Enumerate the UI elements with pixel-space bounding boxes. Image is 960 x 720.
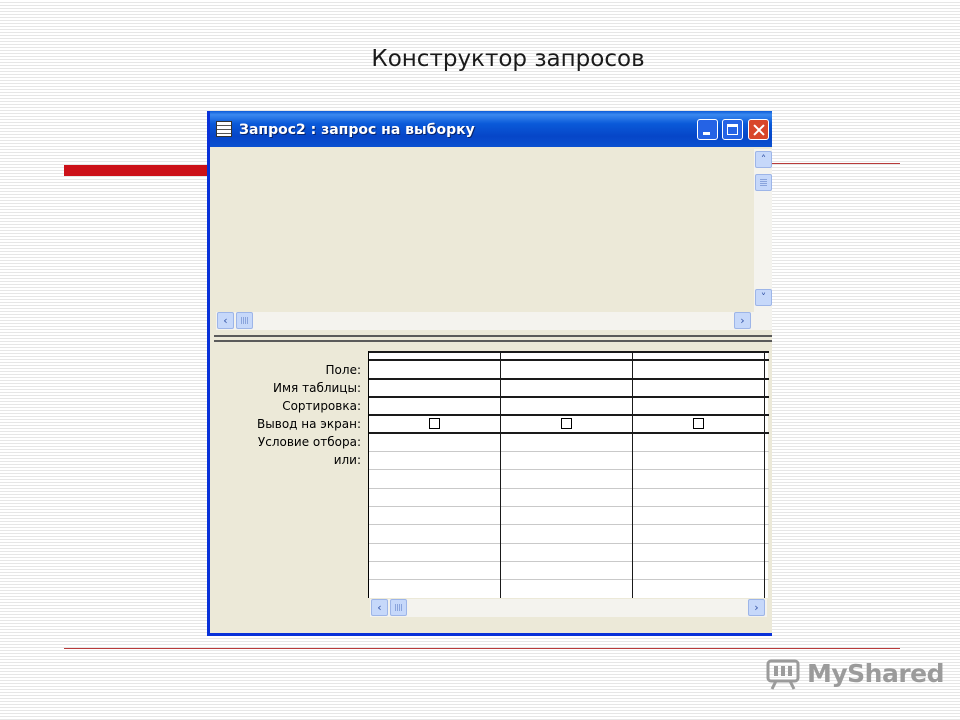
field-cell-1[interactable] (370, 361, 500, 378)
show-checkbox-2[interactable] (561, 418, 572, 429)
window-titlebar[interactable]: Запрос2 : запрос на выборку (210, 111, 772, 147)
grid-line (369, 579, 769, 580)
grid-line (369, 543, 769, 544)
table-pane-horizontal-scrollbar[interactable]: ‹ › (216, 312, 754, 330)
query-window-icon[interactable] (216, 121, 232, 137)
scroll-right-button[interactable]: › (734, 312, 751, 329)
horizontal-scroll-thumb[interactable] (236, 312, 253, 329)
grid-line (369, 378, 769, 380)
column-divider[interactable] (764, 351, 765, 598)
query-design-grid[interactable] (368, 351, 769, 598)
grid-line (369, 396, 769, 398)
row-label-show: Вывод на экран: (257, 417, 361, 431)
grid-line (369, 506, 769, 507)
query-designer-window: Запрос2 : запрос на выборку ˄ ˅ ‹ › Поле… (207, 111, 772, 636)
grid-scroll-right-button[interactable]: › (748, 599, 765, 616)
table-source-pane[interactable] (210, 149, 754, 330)
grid-line (369, 561, 769, 562)
row-label-table-name: Имя таблицы: (273, 381, 361, 395)
maximize-button[interactable] (722, 119, 743, 140)
row-label-sort: Сортировка: (282, 399, 361, 413)
divider-line-top (770, 163, 900, 164)
grid-scroll-thumb[interactable] (390, 599, 407, 616)
scroll-down-button[interactable]: ˅ (755, 289, 772, 306)
row-label-or: или: (333, 453, 361, 467)
grid-line (369, 488, 769, 489)
grid-line (369, 351, 769, 353)
show-checkbox-3[interactable] (693, 418, 704, 429)
grid-scroll-left-button[interactable]: ‹ (371, 599, 388, 616)
row-label-field: Поле: (325, 363, 361, 377)
slide-title: Конструктор запросов (371, 46, 645, 72)
grid-line (369, 451, 769, 452)
scroll-up-button[interactable]: ˄ (755, 151, 772, 168)
field-cell-3[interactable] (633, 361, 764, 378)
close-button[interactable] (748, 119, 769, 140)
grid-line (369, 469, 769, 470)
table-pane-vertical-scrollbar[interactable]: ˄ ˅ (754, 149, 772, 330)
grid-line (369, 432, 769, 434)
row-label-criteria: Условие отбора: (257, 435, 361, 449)
column-divider[interactable] (632, 351, 633, 598)
red-accent-bar (64, 165, 214, 176)
myshared-logo-icon (766, 659, 800, 690)
grid-horizontal-scrollbar[interactable]: ‹ › (370, 599, 767, 617)
minimize-button[interactable] (697, 119, 718, 140)
watermark-text: MyShared (807, 659, 945, 688)
vertical-scroll-thumb[interactable] (755, 174, 772, 191)
window-title: Запрос2 : запрос на выборку (239, 122, 475, 138)
field-cell-2[interactable] (501, 361, 632, 378)
pane-splitter[interactable] (214, 335, 772, 342)
column-divider[interactable] (500, 351, 501, 598)
grid-line (369, 414, 769, 416)
divider-line-bottom (64, 648, 900, 649)
grid-line (369, 524, 769, 525)
show-checkbox-1[interactable] (429, 418, 440, 429)
scroll-left-button[interactable]: ‹ (217, 312, 234, 329)
